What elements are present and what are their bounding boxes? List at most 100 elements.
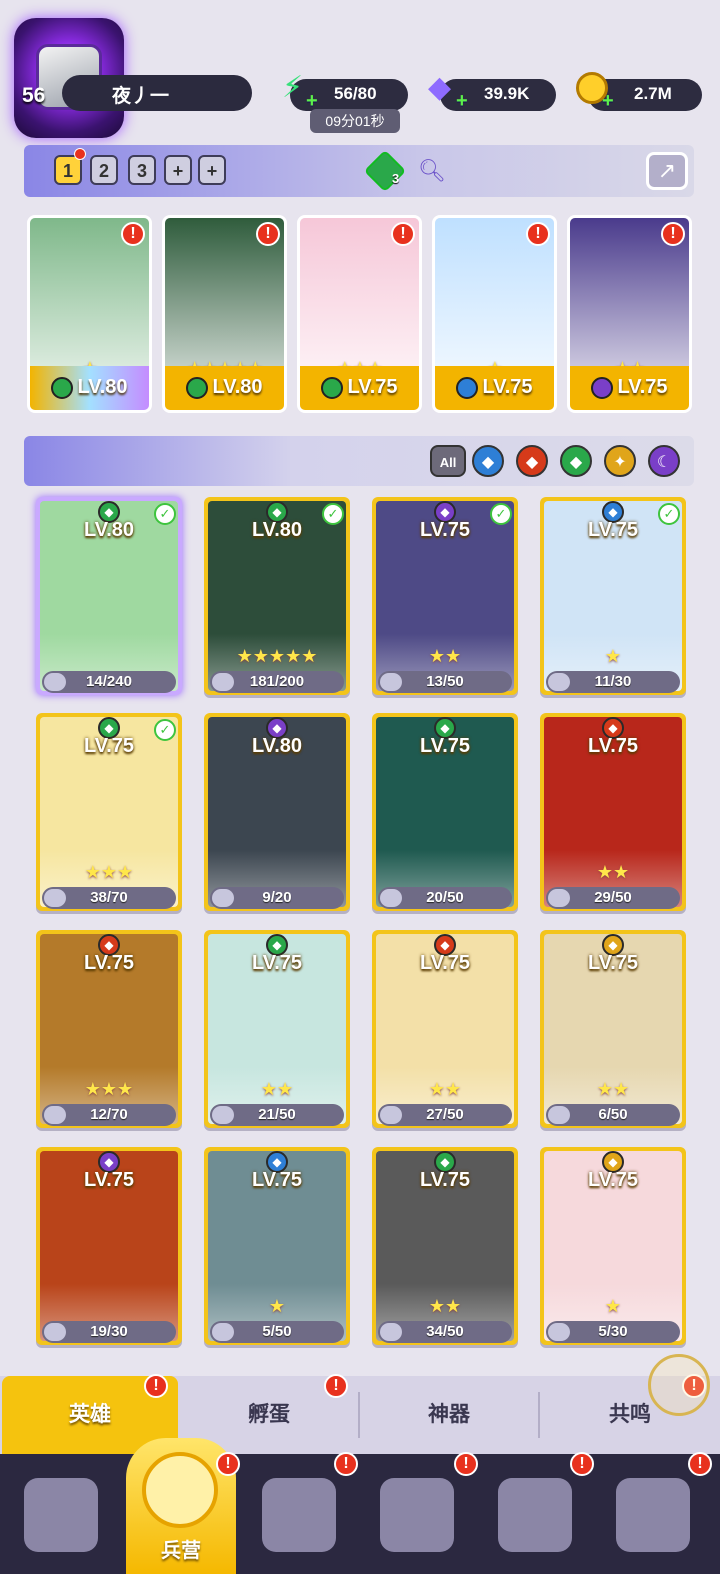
team-hero-card[interactable]: ★★LV.75! [567, 215, 692, 413]
hero-alert-icon: ! [526, 222, 550, 246]
floating-ring-button[interactable] [648, 1354, 710, 1416]
hero-card[interactable]: ◆ LV.75 ★★ 27/50 [372, 930, 518, 1128]
hero-shard-progress: 38/70 [42, 887, 176, 909]
hero-card[interactable]: ◆ LV.75 20/50 [372, 713, 518, 911]
nav-barracks-alert-icon: ! [216, 1452, 240, 1476]
hero-stars: ★★ [596, 862, 630, 882]
filter-fire-icon[interactable]: ◆ [516, 445, 548, 477]
nav-map-icon[interactable] [262, 1478, 336, 1552]
nav-barracks-label: 兵营 [161, 1540, 201, 1562]
hero-card[interactable]: ◆ LV.75 ★★ 34/50 [372, 1147, 518, 1345]
hero-card[interactable]: ◆ LV.75 ★ 5/30 [540, 1147, 686, 1345]
shard-icon [44, 889, 66, 907]
hero-shard-progress: 6/50 [546, 1104, 680, 1126]
filter-light-icon[interactable]: ✦ [604, 445, 636, 477]
hero-shard-progress: 9/20 [210, 887, 344, 909]
hero-shard-progress: 12/70 [42, 1104, 176, 1126]
team-hero-card[interactable]: ★LV.80! [27, 215, 152, 413]
search-icon[interactable]: 🔍︎ [418, 158, 446, 184]
hero-card[interactable]: ◆ LV.75 ★★ 6/50 [540, 930, 686, 1128]
hero-level: LV.80 [251, 735, 303, 757]
in-team-check-icon: ✓ [154, 719, 176, 741]
nav-banner-icon[interactable] [616, 1478, 690, 1552]
energy-icon: ⚡ [282, 71, 304, 104]
shard-count: 29/50 [594, 889, 632, 906]
filter-all-button[interactable]: All [430, 445, 466, 477]
shard-icon [548, 889, 570, 907]
hero-card[interactable]: ◆ LV.75 ★ 5/50 [204, 1147, 350, 1345]
shard-icon [380, 1323, 402, 1341]
hero-shard-progress: 11/30 [546, 671, 680, 693]
hero-card[interactable]: ◆ LV.80 9/20 [204, 713, 350, 911]
in-team-check-icon: ✓ [322, 503, 344, 525]
hero-level: LV.75 [587, 735, 639, 757]
hero-level: LV.75 [587, 1169, 639, 1191]
share-icon[interactable]: ↗ [646, 152, 688, 190]
shard-count: 21/50 [258, 1106, 296, 1123]
gold-plus-icon[interactable]: + [602, 90, 614, 113]
hero-card[interactable]: ◆ LV.80 ✓ 14/240 [36, 497, 182, 695]
nav-cards-icon[interactable] [24, 1478, 98, 1552]
barracks-icon [142, 1452, 218, 1528]
hero-alert-icon: ! [256, 222, 280, 246]
hero-shard-progress: 21/50 [210, 1104, 344, 1126]
hero-alert-icon: ! [661, 222, 685, 246]
shard-count: 19/30 [90, 1323, 128, 1340]
hero-card[interactable]: ◆ LV.75 ★★★ ✓ 38/70 [36, 713, 182, 911]
team-hero-card[interactable]: ★★★★★LV.80! [162, 215, 287, 413]
element-gem-icon [456, 376, 479, 399]
hero-level: LV.75 [251, 1169, 303, 1191]
gems-plus-icon[interactable]: + [456, 90, 468, 113]
hero-level-text: LV.75 [617, 376, 668, 398]
filter-nature-icon[interactable]: ◆ [560, 445, 592, 477]
hero-shard-progress: 181/200 [210, 671, 344, 693]
filter-dark-icon[interactable]: ☾ [648, 445, 680, 477]
shard-count: 181/200 [249, 673, 305, 690]
nav-guild-alert-icon: ! [570, 1452, 594, 1476]
hero-level: LV.75 [83, 952, 135, 974]
shard-count: 13/50 [426, 673, 464, 690]
filter-water-icon[interactable]: ◆ [472, 445, 504, 477]
hero-shard-progress: 29/50 [546, 887, 680, 909]
hero-level: LV.75 [570, 366, 689, 410]
shard-icon [212, 1106, 234, 1124]
energy-value: 56/80 [334, 84, 377, 103]
hero-card[interactable]: ◆ LV.75 ★★ 21/50 [204, 930, 350, 1128]
shard-count: 12/70 [90, 1106, 128, 1123]
tab-artifacts[interactable]: 神器 [360, 1376, 538, 1454]
hero-level: LV.75 [587, 952, 639, 974]
hero-stars: ★★★ [84, 862, 134, 882]
hero-card[interactable]: ◆ LV.75 ★★★ 12/70 [36, 930, 182, 1128]
shard-count: 14/240 [86, 673, 132, 690]
hero-card[interactable]: ◆ LV.80 ★★★★★ ✓ 181/200 [204, 497, 350, 695]
team-tab-2[interactable]: 2 [90, 155, 118, 185]
hero-stars: ★★★ [84, 1079, 134, 1099]
hero-level-text: LV.75 [482, 376, 533, 398]
hero-card[interactable]: ◆ LV.75 19/30 [36, 1147, 182, 1345]
team-tab-add-2[interactable]: + [198, 155, 226, 185]
gem-icon: ◆ [428, 71, 452, 104]
hero-level: LV.75 [300, 366, 419, 410]
team-tab-1-notification [74, 148, 86, 160]
team-hero-card[interactable]: ★★★LV.75! [297, 215, 422, 413]
hero-alert-icon: ! [121, 222, 145, 246]
nav-guild-icon[interactable] [498, 1478, 572, 1552]
hero-card[interactable]: ◆ LV.75 ★★ 29/50 [540, 713, 686, 911]
team-tab-add-1[interactable]: + [164, 155, 192, 185]
nav-castle-icon[interactable] [380, 1478, 454, 1552]
hero-stars: ★ [604, 646, 622, 666]
hero-card[interactable]: ◆ LV.75 ★ ✓ 11/30 [540, 497, 686, 695]
hero-level: LV.75 [419, 952, 471, 974]
nav-map-alert-icon: ! [334, 1452, 358, 1476]
shard-icon [380, 1106, 402, 1124]
team-tab-3[interactable]: 3 [128, 155, 156, 185]
hero-stars: ★★ [428, 1079, 462, 1099]
team-hero-card[interactable]: ★LV.75! [432, 215, 557, 413]
element-gem-icon [591, 376, 614, 399]
hero-card[interactable]: ◆ LV.75 ★★ ✓ 13/50 [372, 497, 518, 695]
element-gem-icon [321, 376, 344, 399]
shard-icon [548, 1323, 570, 1341]
hero-level-text: LV.80 [77, 376, 128, 398]
shard-icon [212, 889, 234, 907]
element-gem-icon [51, 376, 74, 399]
